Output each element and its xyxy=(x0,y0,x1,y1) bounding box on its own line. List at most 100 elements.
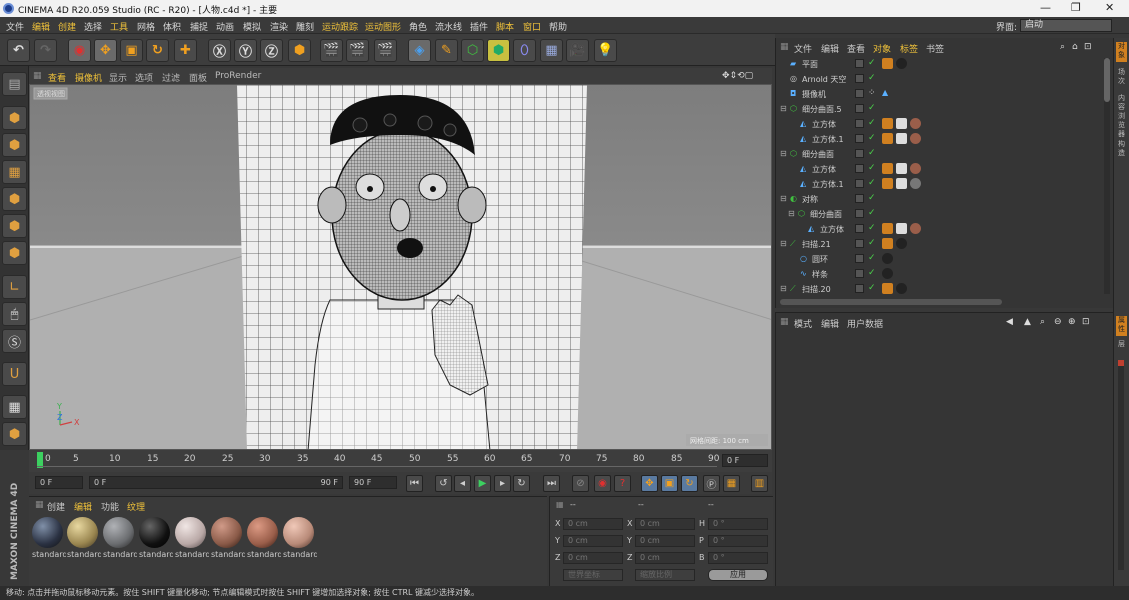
material-tag-icon[interactable] xyxy=(910,178,921,189)
menu-file[interactable]: 文件 xyxy=(6,20,24,33)
material-tag-icon[interactable] xyxy=(896,283,907,294)
attribute-scrollbar[interactable] xyxy=(1118,360,1124,570)
visibility-toggle[interactable] xyxy=(855,269,864,278)
scale-mode-select[interactable]: 缩放比例 xyxy=(635,569,695,581)
object-menu-view[interactable]: 查看 xyxy=(847,42,865,55)
visibility-toggle[interactable] xyxy=(855,59,864,68)
key-position-icon[interactable]: ✥ xyxy=(641,475,658,492)
object-row[interactable]: ⊟ ◐ 对称 ✓ xyxy=(778,192,1102,206)
object-scroll-thumb[interactable] xyxy=(1104,58,1110,102)
menu-pipeline[interactable]: 流水线 xyxy=(435,20,462,33)
tag-icon[interactable] xyxy=(882,178,893,189)
solo-icon[interactable]: ⬢ xyxy=(2,422,27,446)
viewport-menu-prorender[interactable]: ProRender xyxy=(215,71,261,81)
material-tag-icon[interactable] xyxy=(882,253,893,264)
expand-icon[interactable]: ⊟ xyxy=(780,104,787,113)
coord-field[interactable]: 0 cm xyxy=(563,518,623,530)
cube-icon[interactable]: ◈ xyxy=(408,39,431,62)
material-item[interactable]: standard xyxy=(139,517,173,560)
object-menu-objects[interactable]: 对象 xyxy=(873,42,891,55)
floor-icon[interactable]: ▦ xyxy=(540,39,563,62)
object-row[interactable]: ◭ 立方体.1 ✓ xyxy=(778,132,1102,146)
object-horizontal-scrollbar[interactable] xyxy=(780,299,1002,305)
material-tag-icon[interactable] xyxy=(910,163,921,174)
visibility-toggle[interactable] xyxy=(855,284,864,293)
visibility-toggle[interactable] xyxy=(855,74,864,83)
coord-field[interactable]: 0 cm xyxy=(563,535,623,547)
coordinate-system-icon[interactable]: ⬢ xyxy=(288,39,311,62)
menu-plugins[interactable]: 插件 xyxy=(470,20,488,33)
rotate-icon[interactable]: ↻ xyxy=(146,39,169,62)
lock-workplane-icon[interactable]: ▦ xyxy=(2,395,27,419)
object-row[interactable]: ▰ 平面 ✓ xyxy=(778,57,1102,71)
enabled-check-icon[interactable]: ✓ xyxy=(868,238,876,248)
enabled-check-icon[interactable]: ✓ xyxy=(868,163,876,173)
workplane-mode-icon[interactable]: ▦ xyxy=(2,160,27,184)
key-pla-icon[interactable]: ▦ xyxy=(723,475,740,492)
object-row[interactable]: ⊟ ⟋ 扫描.20 ✓ xyxy=(778,282,1102,296)
viewport-menu-camera[interactable]: 摄像机 xyxy=(75,71,102,84)
object-row[interactable]: ⊟ ⟋ 扫描.21 ✓ xyxy=(778,237,1102,251)
viewport-nav-icon[interactable]: ✥⇕⟲▢ xyxy=(722,71,753,81)
object-home-icon[interactable]: ⌂ xyxy=(1072,42,1078,52)
render-picture-viewer-icon[interactable]: 🎬 xyxy=(346,39,369,62)
material-menu-texture[interactable]: 纹理 xyxy=(127,500,145,513)
expand-icon[interactable]: ⊟ xyxy=(780,149,787,158)
visibility-toggle[interactable] xyxy=(855,134,864,143)
tab-takes[interactable]: 场次 xyxy=(1116,68,1127,88)
expand-icon[interactable]: ⊟ xyxy=(780,194,787,203)
close-button[interactable]: ✕ xyxy=(1105,1,1114,14)
timeline-window-icon[interactable]: ▥ xyxy=(751,475,768,492)
enabled-check-icon[interactable]: ✓ xyxy=(868,103,876,113)
object-menu-bookmarks[interactable]: 书签 xyxy=(926,42,944,55)
visibility-toggle[interactable] xyxy=(855,164,864,173)
menu-simulate[interactable]: 模拟 xyxy=(243,20,261,33)
enabled-check-icon[interactable]: ✓ xyxy=(868,193,876,203)
menu-help[interactable]: 帮助 xyxy=(549,20,567,33)
menu-mesh[interactable]: 网格 xyxy=(137,20,155,33)
tag-icon[interactable] xyxy=(882,118,893,129)
apply-button[interactable]: 应用 xyxy=(708,569,768,581)
visibility-toggle[interactable] xyxy=(855,119,864,128)
viewport-3d[interactable]: 透视视图 Y Z X 网格间距: 100 cm xyxy=(29,84,772,450)
object-row[interactable]: ◭ 立方体.1 ✓ xyxy=(778,177,1102,191)
viewport-menu-options[interactable]: 选项 xyxy=(135,71,153,84)
coord-field[interactable]: 0 ° xyxy=(708,518,768,530)
enabled-check-icon[interactable]: ✓ xyxy=(868,253,876,263)
cloner-icon[interactable]: ⬢ xyxy=(487,39,510,62)
tag-icon[interactable] xyxy=(882,133,893,144)
enabled-check-icon[interactable]: ⁘ xyxy=(868,88,876,98)
attribute-search-icon[interactable]: ⌕ xyxy=(1040,317,1045,327)
undo-icon[interactable]: ↶ xyxy=(7,39,30,62)
render-view-icon[interactable]: 🎬 xyxy=(320,39,343,62)
menu-sculpt[interactable]: 雕刻 xyxy=(296,20,314,33)
magnet-icon[interactable]: U xyxy=(2,362,27,386)
autokey-icon[interactable]: ? xyxy=(614,475,631,492)
object-row[interactable]: ◭ 立方体 ✓ xyxy=(778,117,1102,131)
visibility-toggle[interactable] xyxy=(855,254,864,263)
menu-create[interactable]: 创建 xyxy=(58,20,76,33)
enabled-check-icon[interactable]: ✓ xyxy=(868,118,876,128)
enabled-check-icon[interactable]: ✓ xyxy=(868,208,876,218)
make-editable-icon[interactable]: ▤ xyxy=(2,72,27,96)
tag-icon[interactable] xyxy=(882,238,893,249)
tab-content-browser[interactable]: 内容浏览器 xyxy=(1116,94,1127,138)
x-axis-icon[interactable]: Ⓧ xyxy=(208,39,231,62)
material-item[interactable]: standard xyxy=(67,517,101,560)
enabled-check-icon[interactable]: ✓ xyxy=(868,223,876,233)
tab-layers[interactable]: 层 xyxy=(1116,340,1127,352)
subdivision-icon[interactable]: ⬡ xyxy=(461,39,484,62)
coord-mode-select[interactable]: 世界坐标 xyxy=(563,569,623,581)
attribute-new-icon[interactable]: ⊕ xyxy=(1068,317,1076,327)
menu-window[interactable]: 窗口 xyxy=(523,20,541,33)
render-settings-icon[interactable]: 🎬 xyxy=(374,39,397,62)
texture-tag-icon[interactable] xyxy=(896,223,907,234)
attribute-menu-edit[interactable]: 编辑 xyxy=(821,317,839,330)
scale-icon[interactable]: ▣ xyxy=(120,39,143,62)
coord-field[interactable]: 0 ° xyxy=(708,535,768,547)
key-rotation-icon[interactable]: ↻ xyxy=(681,475,698,492)
next-key-icon[interactable]: ↻ xyxy=(513,475,530,492)
tweak-mode-icon[interactable]: 🖱 xyxy=(2,302,27,326)
object-row[interactable]: ⊟ ⬡ 细分曲面.5 ✓ xyxy=(778,102,1102,116)
attribute-menu-mode[interactable]: 模式 xyxy=(794,317,812,330)
